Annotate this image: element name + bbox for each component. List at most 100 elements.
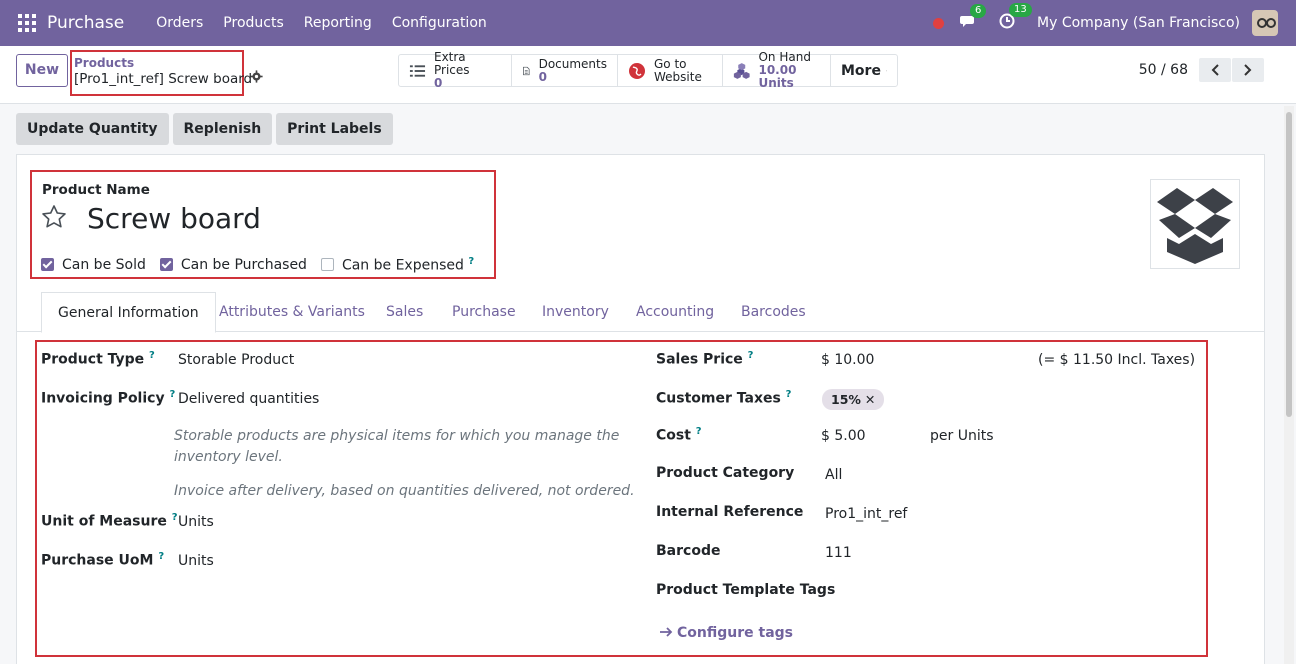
extra-prices-label: Extra Prices: [433, 50, 470, 77]
company-switcher[interactable]: My Company (San Francisco): [1037, 15, 1240, 31]
website-label: Website: [654, 69, 702, 84]
action-bar: Update Quantity Replenish Print Labels: [16, 113, 397, 145]
breadcrumb: Products [Pro1_int_ref] Screw board: [70, 50, 252, 96]
pager-value[interactable]: 50 / 68: [1139, 62, 1188, 78]
extra-prices-value: 0: [433, 76, 443, 90]
scrollbar[interactable]: [1284, 106, 1294, 664]
notebook-tabs: General Information Attributes & Variant…: [17, 292, 1264, 333]
user-avatar[interactable]: [1252, 10, 1278, 36]
print-labels-button[interactable]: Print Labels: [276, 113, 393, 145]
purchase-uom-select[interactable]: Units: [178, 553, 214, 569]
breadcrumb-products-link[interactable]: Products: [74, 56, 242, 70]
purchase-uom-label: Purchase UoM: [41, 552, 154, 569]
activity-count-badge: 13: [1009, 3, 1032, 17]
product-type-label: Product Type: [41, 351, 145, 368]
caret-down-icon: [886, 70, 887, 71]
on-hand-value: 10.00 Units: [758, 63, 797, 90]
tax-tag: 15% ✕: [822, 389, 885, 410]
document-icon: [523, 66, 530, 75]
record-pager: 50 / 68: [1139, 58, 1264, 82]
cost-unit: per Units: [930, 428, 994, 444]
chat-count-badge: 6: [970, 3, 987, 18]
tab-accounting[interactable]: Accounting: [636, 292, 714, 332]
can-be-purchased-label: Can be Purchased: [180, 256, 307, 273]
extra-prices-button[interactable]: Extra Prices 0: [399, 51, 512, 90]
tab-sales[interactable]: Sales: [386, 292, 423, 332]
help-icon[interactable]: ?: [468, 256, 474, 267]
pager-next-button[interactable]: [1232, 58, 1264, 82]
help-icon[interactable]: ?: [696, 426, 702, 437]
product-category-select[interactable]: All: [825, 467, 842, 483]
price-incl-taxes: (= $ 11.50 Incl. Taxes): [1038, 352, 1196, 368]
replenish-button[interactable]: Replenish: [172, 113, 273, 145]
menu-reporting[interactable]: Reporting: [304, 15, 372, 31]
sales-price-input[interactable]: $ 10.00: [821, 352, 874, 368]
menu-products[interactable]: Products: [223, 15, 283, 31]
tab-general-information[interactable]: General Information: [41, 292, 216, 333]
go-to-label: Go to: [654, 56, 687, 71]
can-be-sold-label: Can be Sold: [62, 256, 146, 273]
chevron-right-icon: [1244, 64, 1252, 76]
go-to-website-button[interactable]: Go to Website: [618, 55, 723, 86]
smart-buttons: Extra Prices0 Documents0 Go toWebsite: [398, 51, 898, 90]
tab-attributes-variants[interactable]: Attributes & Variants: [219, 292, 365, 332]
cost-label: Cost: [656, 427, 691, 444]
product-title-section: Product Name Screw board Can be Sold Can…: [30, 170, 496, 279]
help-icon[interactable]: ?: [158, 551, 164, 562]
help-icon[interactable]: ?: [149, 350, 155, 361]
cubes-icon: [733, 62, 750, 79]
new-button[interactable]: New: [16, 54, 68, 87]
apps-menu-icon[interactable]: [18, 14, 36, 32]
status-dot-icon[interactable]: [933, 17, 945, 29]
internal-reference-input[interactable]: Pro1_int_ref: [825, 506, 907, 522]
tab-purchase[interactable]: Purchase: [452, 292, 516, 332]
box-icon: [1157, 188, 1233, 264]
invoicing-policy-select[interactable]: Delivered quantities: [178, 391, 319, 407]
product-type-select[interactable]: Storable Product: [178, 352, 294, 368]
gear-icon[interactable]: [250, 70, 263, 83]
cost-input[interactable]: $ 5.00: [821, 428, 866, 444]
tax-tag-label: 15%: [831, 392, 861, 407]
star-icon[interactable]: [41, 204, 67, 230]
more-button[interactable]: More: [831, 55, 897, 86]
scrollbar-thumb[interactable]: [1286, 112, 1292, 417]
breadcrumb-current: [Pro1_int_ref] Screw board: [74, 71, 253, 87]
customer-taxes-label: Customer Taxes: [656, 390, 781, 407]
documents-value: 0: [538, 69, 547, 84]
invoicing-help-text: Invoice after delivery, based on quantit…: [174, 483, 635, 499]
can-be-sold-checkbox[interactable]: [41, 258, 54, 272]
menu-configuration[interactable]: Configuration: [392, 15, 487, 31]
product-image[interactable]: [1150, 179, 1240, 269]
can-be-expensed-label: Can be Expensed: [341, 257, 464, 274]
menu-orders[interactable]: Orders: [156, 15, 203, 31]
control-panel: New Products [Pro1_int_ref] Screw board …: [0, 46, 1296, 104]
configure-tags-link[interactable]: Configure tags: [659, 625, 793, 641]
help-icon[interactable]: ?: [172, 512, 178, 523]
tab-inventory[interactable]: Inventory: [542, 292, 609, 332]
unit-of-measure-select[interactable]: Units: [178, 514, 214, 530]
barcode-label: Barcode: [656, 543, 721, 559]
pager-previous-button[interactable]: [1199, 58, 1231, 82]
product-name-input[interactable]: Screw board: [87, 202, 261, 235]
internal-reference-label: Internal Reference: [656, 504, 804, 520]
documents-button[interactable]: Documents 0: [512, 55, 618, 86]
chat-icon[interactable]: 6: [960, 3, 987, 33]
barcode-input[interactable]: 111: [825, 545, 852, 561]
can-be-expensed-checkbox[interactable]: [320, 258, 334, 272]
help-icon[interactable]: ?: [748, 350, 754, 361]
more-label: More: [841, 62, 881, 79]
activity-clock-icon[interactable]: 13: [999, 3, 1032, 33]
remove-tag-icon[interactable]: ✕: [865, 392, 875, 407]
list-icon: [409, 64, 426, 77]
invoicing-policy-label: Invoicing Policy: [41, 390, 165, 407]
on-hand-button[interactable]: On Hand 10.00 Units: [723, 51, 831, 90]
app-name[interactable]: Purchase: [47, 13, 124, 33]
help-icon[interactable]: ?: [786, 389, 792, 400]
can-be-purchased-checkbox[interactable]: [159, 258, 173, 272]
update-quantity-button[interactable]: Update Quantity: [16, 113, 169, 145]
general-information-fields: Product Type ? Storable Product Invoicin…: [35, 340, 1208, 657]
chevron-left-icon: [1211, 64, 1219, 76]
help-icon[interactable]: ?: [169, 389, 175, 400]
tab-barcodes[interactable]: Barcodes: [741, 292, 806, 332]
top-navbar: Purchase Orders Products Reporting Confi…: [0, 0, 1296, 46]
